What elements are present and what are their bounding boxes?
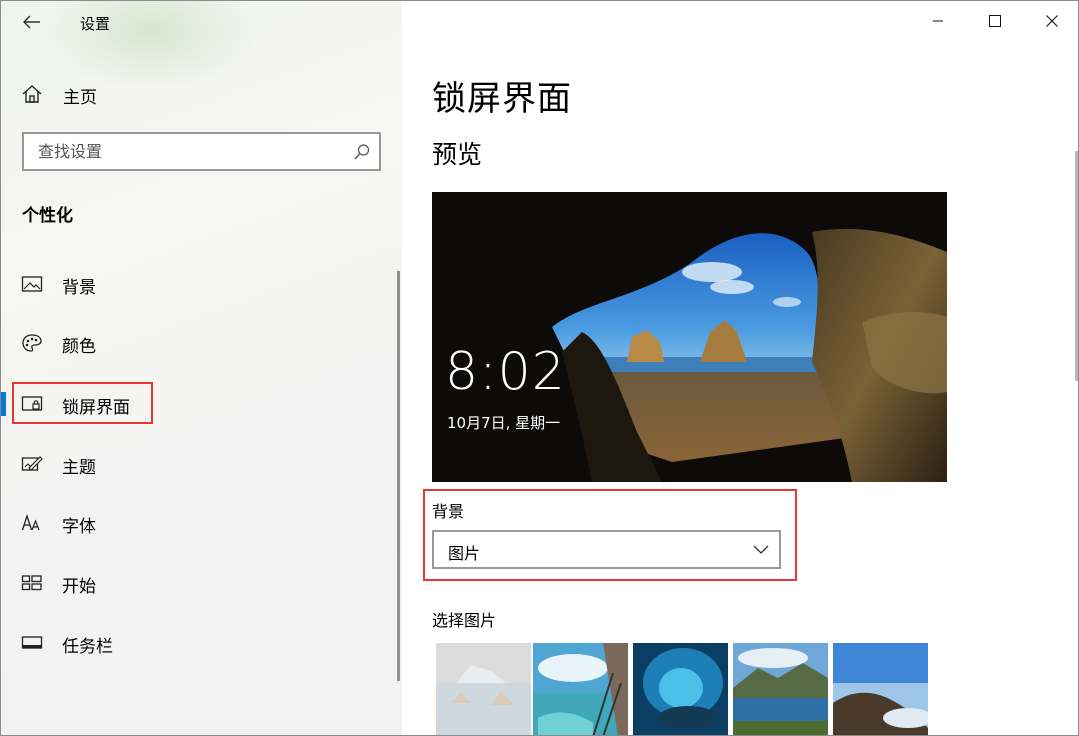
preview-date: 10月7日, 星期一 <box>447 414 561 432</box>
close-button[interactable] <box>1023 1 1078 41</box>
settings-window: 设置 主页 个性化 背景 <box>0 0 1079 736</box>
start-icon <box>21 575 42 591</box>
highlight-box-background <box>423 489 797 581</box>
lock-screen-preview: 8:02 10月7日, 星期一 <box>432 192 947 482</box>
thumbnail-image <box>436 643 531 735</box>
sidebar-item-label: 颜色 <box>62 337 96 357</box>
back-button[interactable] <box>15 7 49 37</box>
font-icon <box>21 513 40 531</box>
title-bar: 设置 <box>1 1 402 45</box>
sidebar-item-label: 主题 <box>62 458 96 478</box>
home-nav-item[interactable]: 主页 <box>1 77 402 111</box>
search-icon[interactable] <box>353 143 371 161</box>
minimize-icon <box>932 20 943 22</box>
picture-thumbnail[interactable] <box>533 643 628 735</box>
picture-icon <box>21 276 43 292</box>
sidebar-item-fonts[interactable]: 字体 <box>1 503 397 543</box>
sidebar-item-taskbar[interactable]: 任务栏 <box>1 623 397 663</box>
window-controls <box>909 1 1078 41</box>
page-title: 锁屏界面 <box>432 79 572 119</box>
maximize-icon <box>988 15 1001 27</box>
thumbnail-image <box>833 643 928 735</box>
main-content: 锁屏界面 预览 8:02 10月7日, 星期一 背景 图片 选择图片 <box>402 1 1078 735</box>
picture-thumbnail[interactable] <box>633 643 728 735</box>
sidebar-scrollbar[interactable] <box>397 271 400 681</box>
sidebar: 设置 主页 个性化 背景 <box>1 1 402 735</box>
theme-icon <box>21 456 43 471</box>
app-title: 设置 <box>80 15 111 33</box>
sidebar-item-start[interactable]: 开始 <box>1 563 397 603</box>
highlight-box-nav <box>12 382 153 424</box>
picture-thumbnail[interactable] <box>833 643 928 735</box>
preview-time: 8:02 <box>445 342 566 402</box>
maximize-button[interactable] <box>966 1 1023 41</box>
picture-thumbnails <box>436 643 936 735</box>
home-label: 主页 <box>63 88 97 108</box>
sidebar-item-colors[interactable]: 颜色 <box>1 323 397 363</box>
sidebar-item-label: 任务栏 <box>62 637 113 657</box>
back-arrow-icon <box>23 15 40 29</box>
search-input[interactable] <box>24 134 344 169</box>
sidebar-item-label: 开始 <box>62 577 96 597</box>
palette-icon <box>22 334 42 352</box>
sidebar-item-label: 字体 <box>62 517 96 537</box>
thumbnail-image <box>533 643 628 735</box>
thumbnail-image <box>633 643 728 735</box>
sidebar-item-themes[interactable]: 主题 <box>1 444 397 484</box>
choose-picture-label: 选择图片 <box>432 611 497 630</box>
sidebar-item-label: 背景 <box>62 278 96 298</box>
selection-indicator <box>1 392 6 416</box>
close-icon <box>1045 15 1058 27</box>
picture-thumbnail[interactable] <box>436 643 531 735</box>
preview-heading: 预览 <box>432 140 483 169</box>
picture-thumbnail[interactable] <box>733 643 828 735</box>
main-scrollbar[interactable] <box>1075 151 1078 381</box>
section-heading: 个性化 <box>22 206 73 226</box>
taskbar-icon <box>21 636 43 649</box>
sidebar-item-background[interactable]: 背景 <box>1 264 397 304</box>
preview-image <box>432 192 947 482</box>
minimize-button[interactable] <box>909 1 966 41</box>
home-icon <box>22 85 42 103</box>
search-box[interactable] <box>22 132 381 171</box>
thumbnail-image <box>733 643 828 735</box>
